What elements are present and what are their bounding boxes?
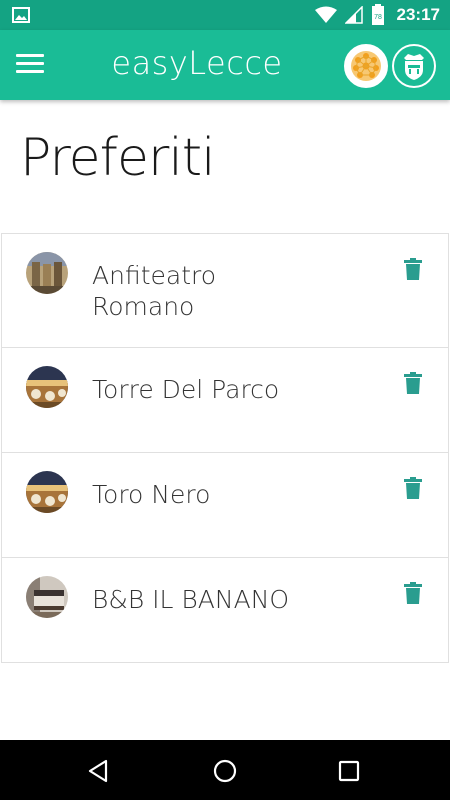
list-item[interactable]: Anfiteatro Romano [1, 233, 449, 347]
list-item[interactable]: Toro Nero [1, 452, 449, 557]
page-title: Preferiti [20, 128, 216, 188]
amphitheatre-photo [26, 252, 68, 294]
item-name: Torre Del Parco [92, 375, 280, 404]
lecce-coat-of-arms-logo[interactable] [392, 44, 436, 88]
item-name: Anfiteatro Romano [92, 261, 217, 321]
home-icon[interactable] [210, 756, 240, 786]
signal-icon [344, 6, 363, 24]
restaurant-photo [26, 471, 68, 513]
status-bar: 78 23:17 [0, 0, 450, 30]
recents-icon[interactable] [334, 756, 364, 786]
restaurant-photo [26, 366, 68, 408]
wifi-icon [314, 6, 337, 23]
trash-icon[interactable] [404, 477, 422, 499]
list-item[interactable]: B&B IL BANANO [1, 557, 449, 663]
item-name: Toro Nero [92, 480, 211, 509]
easylecce-logo[interactable] [344, 44, 388, 88]
status-time: 23:17 [396, 5, 440, 24]
list-item[interactable]: Torre Del Parco [1, 347, 449, 452]
favorites-list: Anfiteatro Romano Torre Del Parco Toro N… [1, 233, 449, 663]
battery-level: 78 [374, 14, 382, 21]
back-icon[interactable] [84, 756, 114, 786]
app-bar: easyLecce [0, 30, 450, 100]
navigation-bar [0, 740, 450, 800]
battery-icon: 78 [371, 4, 384, 25]
status-icons: 78 23:17 [314, 0, 440, 30]
image-notification-icon [12, 7, 30, 23]
trash-icon[interactable] [404, 372, 422, 394]
trash-icon[interactable] [404, 582, 422, 604]
bedroom-photo [26, 576, 68, 618]
trash-icon[interactable] [404, 258, 422, 280]
item-name: B&B IL BANANO [92, 585, 290, 614]
